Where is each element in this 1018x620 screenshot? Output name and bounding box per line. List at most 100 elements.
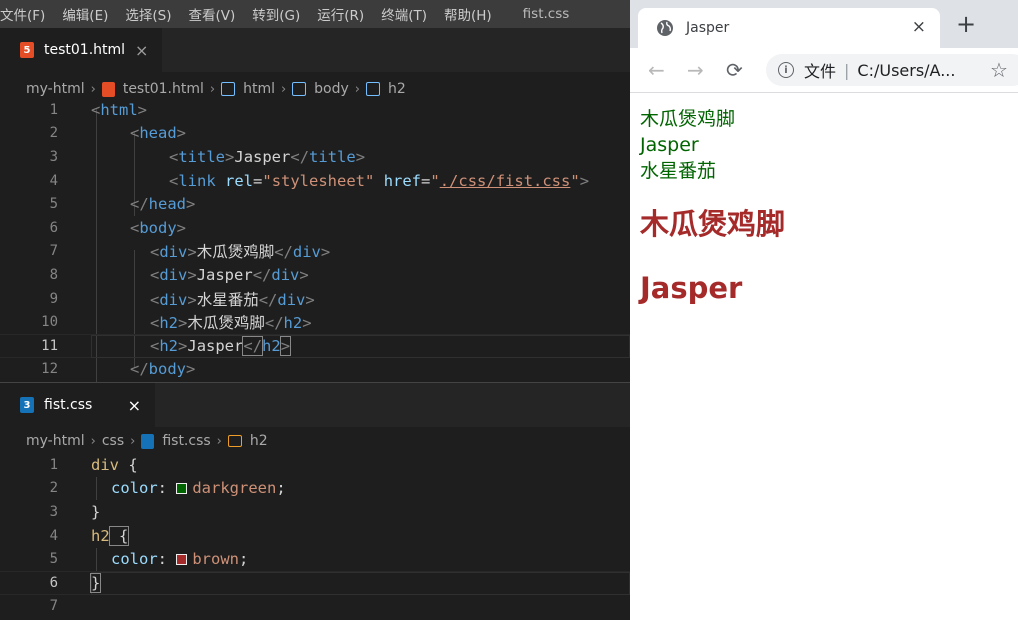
code-line: 3 <title>Jasper</title> (0, 145, 630, 169)
line-number: 4 (49, 172, 58, 189)
code-line: 5 color: brown; (0, 547, 630, 571)
code-area-css[interactable]: 1 div { 2 color: darkgreen; 3 } 4 h2 { 5… (0, 453, 630, 620)
line-number: 2 (49, 480, 58, 497)
address-bar[interactable]: i 文件 | C:/Users/A... (766, 54, 1018, 86)
code-token: Jasper (187, 336, 244, 355)
breadcrumb-item[interactable]: fist.css (162, 433, 210, 449)
code-line: 9 <div>水星番茄</div> (0, 287, 630, 311)
code-line: 10 <h2>木瓜煲鸡脚</h2> (0, 310, 630, 334)
code-token: h2 (283, 314, 303, 333)
html5-icon (101, 81, 115, 97)
selector-icon (227, 435, 242, 447)
menu-bar: 文件(F) 编辑(E) 选择(S) 查看(V) 转到(G) 运行(R) 终端(T… (0, 0, 630, 28)
code-token: > (225, 147, 235, 166)
browser-tab-strip: Jasper × + (630, 0, 1018, 48)
tab-label: test01.html (44, 42, 126, 58)
menu-terminal[interactable]: 终端(T) (381, 4, 436, 24)
back-arrow-icon[interactable]: ← (648, 58, 665, 82)
breadcrumb-item[interactable]: css (102, 433, 124, 449)
menu-selection[interactable]: 选择(S) (125, 4, 180, 24)
tab-fist-css[interactable]: 3 fist.css × (0, 383, 155, 427)
code-token: } (89, 572, 102, 593)
code-token: 木瓜煲鸡脚 (196, 243, 275, 262)
tab-label: fist.css (44, 397, 93, 413)
address-scheme-label: 文件 (804, 62, 837, 81)
close-icon[interactable]: × (912, 17, 926, 37)
code-token: > (579, 171, 590, 190)
close-icon[interactable]: × (135, 41, 148, 60)
code-token: > (279, 335, 292, 356)
bookmark-star-icon[interactable]: ☆ (990, 58, 1008, 82)
code-token: darkgreen (192, 479, 277, 498)
code-token: div (277, 290, 306, 309)
menu-view[interactable]: 查看(V) (189, 4, 245, 24)
code-token: h2 (91, 526, 110, 545)
code-link[interactable]: ./css/fist.css (440, 172, 571, 190)
code-token: ; (276, 479, 286, 498)
menu-go[interactable]: 转到(G) (252, 4, 309, 24)
editor-tab-bar-top: 5 test01.html × (0, 28, 630, 72)
line-number: 3 (49, 503, 58, 520)
page-div: Jasper (640, 134, 699, 156)
code-area-html[interactable]: 1 <html> 2 <head> 3 <title>Jasper</title… (0, 98, 630, 382)
menu-edit[interactable]: 编辑(E) (62, 4, 117, 24)
new-tab-icon[interactable]: + (956, 10, 976, 38)
forward-arrow-icon[interactable]: → (687, 58, 704, 82)
code-token: > (302, 314, 312, 333)
code-token: > (187, 243, 197, 262)
code-line: 5 </head> (0, 192, 630, 216)
code-token: : (157, 479, 177, 498)
tab-test01-html[interactable]: 5 test01.html × (0, 28, 163, 72)
info-icon[interactable]: i (778, 62, 794, 78)
chevron-right-icon: › (354, 81, 360, 97)
code-token: > (320, 243, 331, 262)
browser-tab[interactable]: Jasper × (638, 8, 940, 48)
code-line: 6 <body> (0, 216, 630, 240)
code-token: </ (130, 360, 149, 379)
close-icon[interactable]: × (128, 396, 141, 415)
color-swatch[interactable] (176, 483, 188, 495)
code-token: < (150, 314, 160, 333)
menu-file[interactable]: 文件(F) (0, 4, 54, 24)
chevron-right-icon: › (90, 433, 96, 449)
rendered-page: 木瓜煲鸡脚 Jasper 水星番茄 木瓜煲鸡脚 Jasper (630, 94, 1018, 620)
code-token: = (421, 171, 431, 190)
address-separator: | (844, 60, 850, 80)
breadcrumb-item[interactable]: html (243, 81, 275, 97)
code-token: > (187, 265, 197, 284)
menu-run[interactable]: 运行(R) (317, 4, 373, 24)
reload-icon[interactable]: ⟳ (726, 58, 743, 82)
breadcrumb-item[interactable]: my-html (26, 433, 85, 449)
code-token: > (176, 218, 187, 237)
breadcrumb-item[interactable]: h2 (250, 433, 268, 449)
code-token: color (111, 479, 158, 498)
code-token: > (178, 314, 188, 333)
code-token: > (186, 195, 196, 214)
breadcrumb-item[interactable]: my-html (26, 81, 85, 97)
code-line: 7 (0, 595, 630, 619)
cube-icon (292, 82, 307, 96)
breadcrumb-item[interactable]: body (314, 81, 349, 97)
code-token: > (137, 100, 148, 119)
code-token: rel (225, 171, 254, 190)
code-line: 12 </body> (0, 358, 630, 382)
breadcrumb-item[interactable]: h2 (388, 81, 406, 97)
code-token: div (159, 243, 188, 262)
chevron-right-icon: › (90, 81, 96, 97)
code-token: div (91, 455, 119, 474)
code-line: 7 <div>木瓜煲鸡脚</div> (0, 240, 630, 264)
breadcrumb-item[interactable]: test01.html (123, 81, 204, 97)
line-number: 2 (49, 125, 58, 142)
code-token: { (108, 525, 130, 546)
menu-help[interactable]: 帮助(H) (444, 4, 501, 24)
css3-icon: 3 (20, 397, 34, 413)
code-line-current: 6 } (0, 571, 630, 595)
code-token: > (186, 360, 196, 379)
code-token: href (383, 171, 422, 190)
line-number: 8 (49, 266, 58, 283)
code-token: < (169, 147, 179, 166)
code-token: > (305, 290, 315, 309)
line-number: 7 (49, 598, 58, 615)
color-swatch[interactable] (176, 554, 188, 566)
line-number: 9 (49, 290, 58, 307)
